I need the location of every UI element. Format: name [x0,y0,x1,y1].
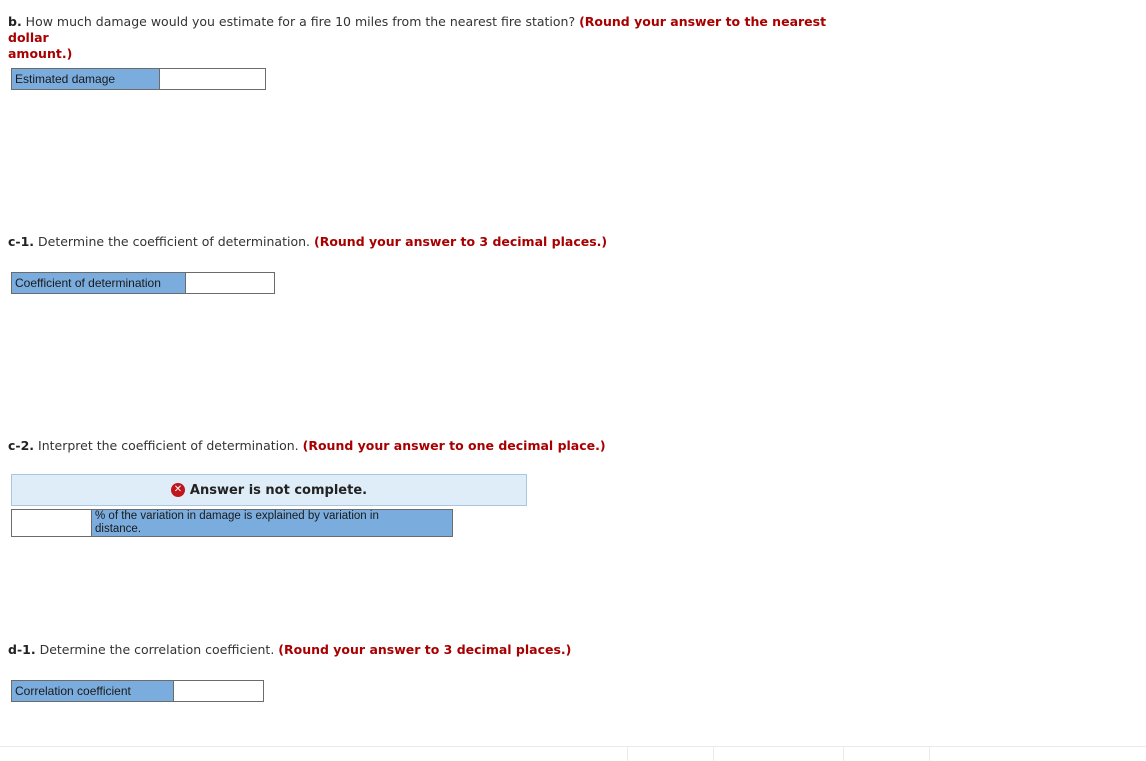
x-circle-icon: ✕ [170,483,185,497]
question-c1-text: Determine the coefficient of determinati… [34,234,314,249]
variation-explained-label-line2: distance. [95,523,142,535]
variation-explained-label: % of the variation in damage is explaine… [92,510,452,536]
question-d1-hint: (Round your answer to 3 decimal places.) [278,642,572,657]
estimated-damage-row: Estimated damage [11,68,266,90]
estimated-damage-label: Estimated damage [12,69,160,89]
question-c1: c-1. Determine the coefficient of determ… [8,234,607,250]
estimated-damage-input[interactable] [160,69,265,89]
coefficient-determination-input[interactable] [186,273,274,293]
variation-explained-row: % of the variation in damage is explaine… [11,509,453,537]
bottom-divider-tick [929,747,930,761]
bottom-divider-tick [627,747,628,761]
answer-incomplete-text: Answer is not complete. [189,482,368,498]
question-b-hint-2: amount.) [8,46,73,61]
correlation-coefficient-label: Correlation coefficient [12,681,174,701]
coefficient-determination-row: Coefficient of determination [11,272,275,294]
question-d1-number: d-1. [8,642,36,657]
question-c2-text: Interpret the coefficient of determinati… [34,438,303,453]
question-c2-number: c-2. [8,438,35,453]
question-c2-hint: (Round your answer to one decimal place.… [302,438,606,453]
variation-explained-label-line1: % of the variation in damage is explaine… [95,510,379,522]
bottom-divider [0,746,1146,747]
correlation-coefficient-input[interactable] [174,681,263,701]
question-c1-hint: (Round your answer to 3 decimal places.) [313,234,608,249]
bottom-divider-tick [843,747,844,761]
bottom-divider-tick [713,747,714,761]
question-c1-number: c-1. [8,234,35,249]
correlation-coefficient-row: Correlation coefficient [11,680,264,702]
question-c2: c-2. Interpret the coefficient of determ… [8,438,606,454]
variation-explained-label-text: % of the variation in damage is explaine… [95,510,379,536]
variation-percent-input[interactable] [12,510,92,536]
coefficient-determination-label: Coefficient of determination [12,273,186,293]
question-b: b. How much damage would you estimate fo… [8,14,868,62]
answer-incomplete-banner: ✕ Answer is not complete. [11,474,527,506]
question-b-text: How much damage would you estimate for a… [21,14,580,29]
question-d1: d-1. Determine the correlation coefficie… [8,642,571,658]
question-d1-text: Determine the correlation coefficient. [35,642,279,657]
question-b-number: b. [8,14,22,29]
